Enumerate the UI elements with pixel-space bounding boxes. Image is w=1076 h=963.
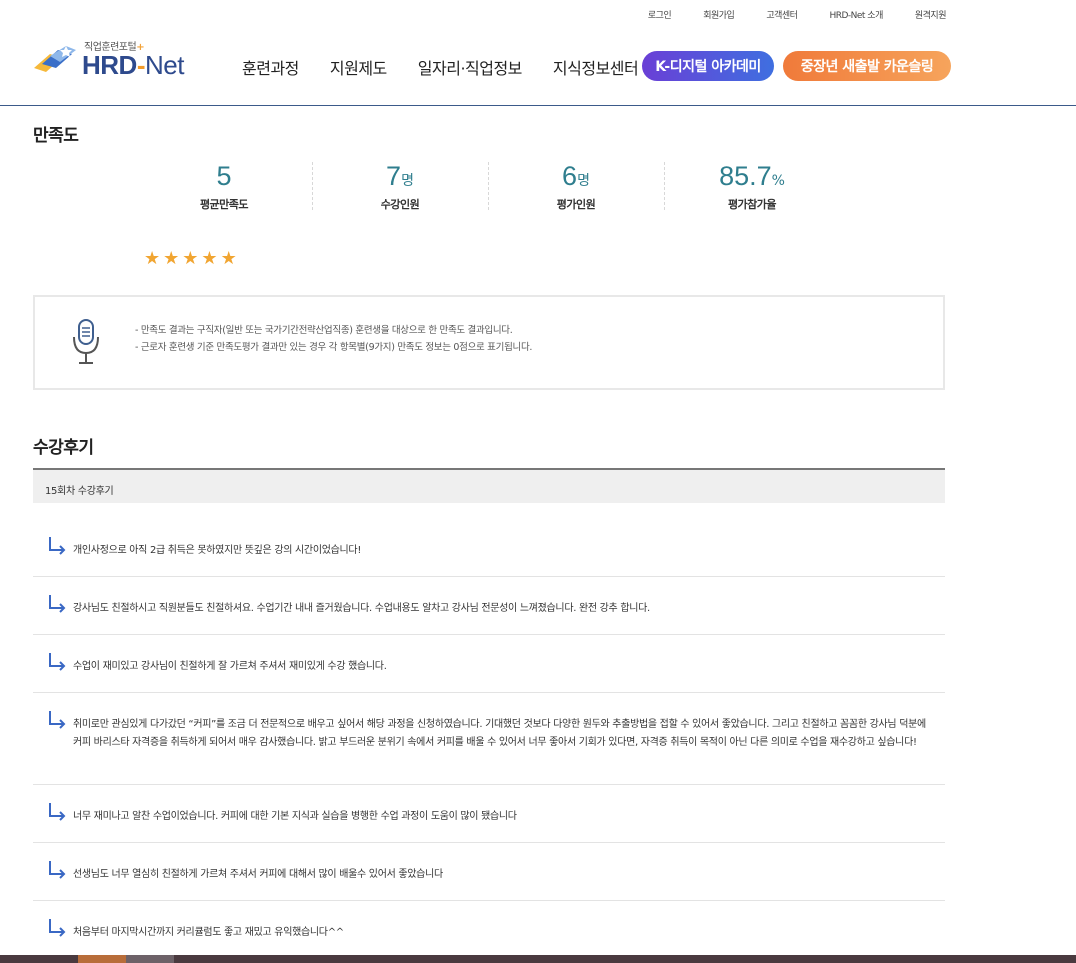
stat-enrolled: 7명 수강인원 xyxy=(312,160,488,212)
k-digital-academy-button[interactable]: K-디지털 아카데미 xyxy=(642,51,774,81)
review-text: 취미로만 관심있게 다가갔던 “커피”를 조금 더 전문적으로 배우고 싶어서 … xyxy=(73,719,926,748)
footer-segment xyxy=(126,955,174,963)
reply-arrow-icon xyxy=(49,595,66,613)
stat-value: 6 xyxy=(562,161,578,191)
star-icon: ★ xyxy=(163,248,180,269)
reply-arrow-icon xyxy=(49,711,66,729)
reply-arrow-icon xyxy=(49,861,66,879)
login-link[interactable]: 로그인 xyxy=(648,8,672,21)
about-link[interactable]: HRD-Net 소개 xyxy=(829,8,883,21)
review-text: 선생님도 너무 열심히 친절하게 가르쳐 주셔서 커피에 대해서 많이 배울수 … xyxy=(73,869,443,880)
star-icon: ★ xyxy=(144,248,161,269)
counseling-button[interactable]: 중장년 새출발 카운슬링 xyxy=(783,51,951,81)
review-item: 개인사정으로 아직 2급 취득은 못하였지만 뜻깊은 강의 시간이었습니다! xyxy=(33,519,945,577)
review-list: 개인사정으로 아직 2급 취득은 못하였지만 뜻깊은 강의 시간이었습니다! 강사… xyxy=(33,519,945,959)
review-item: 처음부터 마지막시간까지 커리큘럼도 좋고 재밌고 유익했습니다^^ xyxy=(33,901,945,959)
notice-list: - 만족도 결과는 구직자(일반 또는 국가기간전략산업직종) 훈련생을 대상으… xyxy=(135,322,532,356)
star-icon: ★ xyxy=(220,248,237,269)
nav-knowledge-center[interactable]: 지식정보센터 xyxy=(553,55,639,79)
stat-label: 평균만족도 xyxy=(199,198,249,211)
stat-participation-rate: 85.7% 평가참가율 xyxy=(664,160,840,212)
review-item: 너무 재미나고 알찬 수업이었습니다. 커피에 대한 기본 지식과 실습을 병행… xyxy=(33,785,945,843)
notice-item: - 만족도 결과는 구직자(일반 또는 국가기간전략산업직종) 훈련생을 대상으… xyxy=(135,325,513,336)
review-item: 취미로만 관심있게 다가갔던 “커피”를 조금 더 전문적으로 배우고 싶어서 … xyxy=(33,693,945,785)
reviews-title: 수강후기 xyxy=(33,438,94,458)
review-text: 강사님도 친절하시고 직원분들도 친절하셔요. 수업기간 내내 즐거웠습니다. … xyxy=(73,603,650,614)
reply-arrow-icon xyxy=(49,803,66,821)
main-nav: 훈련과정 지원제도 일자리·직업정보 지식정보센터 xyxy=(242,55,669,79)
star-icon: ★ xyxy=(201,248,218,269)
satisfaction-title: 만족도 xyxy=(33,126,79,146)
customer-center-link[interactable]: 고객센터 xyxy=(766,8,798,21)
nav-support-system[interactable]: 지원제도 xyxy=(330,55,387,79)
reviews-session-header: 15회차 수강후기 xyxy=(33,468,945,503)
microphone-icon xyxy=(73,319,99,364)
logo-mark-icon xyxy=(34,46,76,72)
stat-value: 7 xyxy=(386,161,402,191)
stat-value: 5 xyxy=(216,161,232,191)
utility-links: 로그인 회원가입 고객센터 HRD-Net 소개 원격지원 xyxy=(616,8,947,21)
stat-value: 85.7 xyxy=(719,161,772,191)
notice-item: - 근로자 훈련생 기준 만족도평가 결과만 있는 경우 각 항목별(9가지) … xyxy=(135,342,533,353)
reply-arrow-icon xyxy=(49,537,66,555)
reply-arrow-icon xyxy=(49,653,66,671)
hrd-net-logo[interactable]: 직업훈련포털+ HRD-Net xyxy=(32,38,192,80)
satisfaction-stats: 5 평균만족도 7명 수강인원 6명 평가인원 85.7% 평가참가율 xyxy=(136,160,840,212)
stat-unit: 명 xyxy=(577,173,590,189)
star-rating: ★ ★ ★ ★ ★ xyxy=(144,250,237,268)
stat-label: 수강인원 xyxy=(380,198,420,211)
review-text: 너무 재미나고 알찬 수업이었습니다. 커피에 대한 기본 지식과 실습을 병행… xyxy=(73,811,517,822)
signup-link[interactable]: 회원가입 xyxy=(703,8,735,21)
nav-jobs-info[interactable]: 일자리·직업정보 xyxy=(418,55,523,79)
review-text: 수업이 재미있고 강사님이 친절하게 잘 가르쳐 주셔서 재미있게 수강 했습니… xyxy=(73,661,387,672)
review-item: 선생님도 너무 열심히 친절하게 가르쳐 주셔서 커피에 대해서 많이 배울수 … xyxy=(33,843,945,901)
remote-support-link[interactable]: 원격지원 xyxy=(915,8,947,21)
satisfaction-notice: - 만족도 결과는 구직자(일반 또는 국가기간전략산업직종) 훈련생을 대상으… xyxy=(33,295,945,390)
stat-label: 평가인원 xyxy=(556,198,596,211)
stat-unit: % xyxy=(771,173,785,189)
review-item: 강사님도 친절하시고 직원분들도 친절하셔요. 수업기간 내내 즐거웠습니다. … xyxy=(33,577,945,635)
stat-average: 5 평균만족도 xyxy=(136,160,312,212)
reply-arrow-icon xyxy=(49,919,66,937)
star-icon: ★ xyxy=(182,248,199,269)
site-header: 로그인 회원가입 고객센터 HRD-Net 소개 원격지원 직업훈련포털+ HR… xyxy=(0,0,1076,106)
footer-bar xyxy=(0,955,1076,963)
review-text: 개인사정으로 아직 2급 취득은 못하였지만 뜻깊은 강의 시간이었습니다! xyxy=(73,545,362,556)
logo-wordmark: HRD-Net xyxy=(82,50,184,80)
review-item: 수업이 재미있고 강사님이 친절하게 잘 가르쳐 주셔서 재미있게 수강 했습니… xyxy=(33,635,945,693)
stat-unit: 명 xyxy=(401,173,414,189)
review-text: 처음부터 마지막시간까지 커리큘럼도 좋고 재밌고 유익했습니다^^ xyxy=(73,927,344,938)
stat-evaluators: 6명 평가인원 xyxy=(488,160,664,212)
footer-segment xyxy=(78,955,126,963)
nav-training-courses[interactable]: 훈련과정 xyxy=(242,55,299,79)
stat-label: 평가참가율 xyxy=(727,198,777,211)
